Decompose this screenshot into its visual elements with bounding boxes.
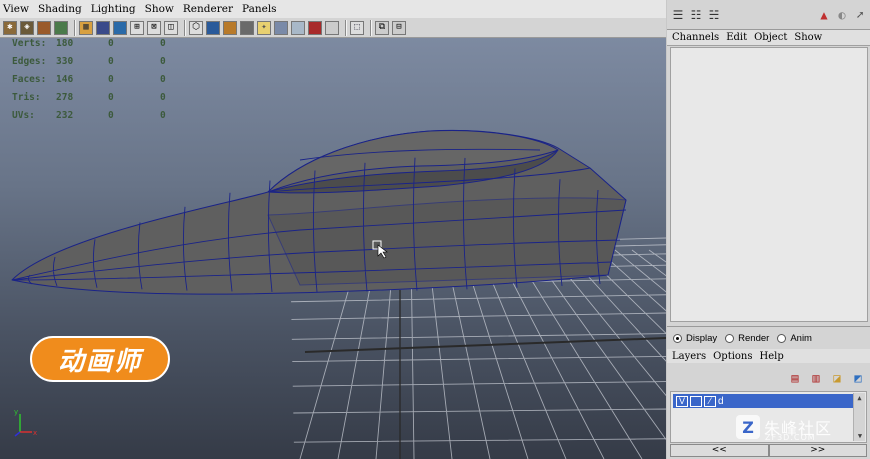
hardware-texturing-icon[interactable]: ⊟ <box>392 20 406 35</box>
layer-name[interactable]: d <box>718 396 724 407</box>
pin-icon[interactable]: ➚ <box>852 7 868 23</box>
new-layer-selected-icon[interactable]: ◩ <box>849 369 867 387</box>
brand-logo-icon: Z <box>736 415 760 439</box>
field-chart-icon[interactable]: ◫ <box>164 20 178 35</box>
two-sided-lighting-icon[interactable]: ⧉ <box>375 20 389 35</box>
scroll-up-icon[interactable]: ▲ <box>854 393 865 403</box>
radio-on-icon <box>673 333 682 343</box>
image-plane-icon[interactable] <box>54 20 68 35</box>
textured-icon[interactable] <box>223 20 237 35</box>
lights-icon[interactable] <box>240 20 254 35</box>
collapse-left-button[interactable]: << <box>670 444 769 457</box>
radio-off-icon <box>725 333 735 343</box>
side-panel-toolbar: ☰ ☷ ☵ ▲ ◐ ➚ <box>667 0 870 30</box>
hud-row: Faces: 146 0 0 <box>12 73 166 85</box>
menu-lighting[interactable]: Lighting <box>91 3 136 15</box>
radio-off-icon <box>777 333 787 343</box>
menu-view[interactable]: View <box>3 3 29 15</box>
toolbar-separator <box>370 19 372 36</box>
hud-row: Edges: 330 0 0 <box>12 56 166 68</box>
animator-watermark-badge: 动画师 <box>30 336 170 382</box>
viewport-toolbar: ✱ ◈ ▦ ⊞ ⊠ ◫ ⬡ ✦ ⬚ ⧉ ⊟ <box>0 18 666 38</box>
channel-box-menubar: Channels Edit Object Show <box>667 30 870 46</box>
menu-shading[interactable]: Shading <box>38 3 82 15</box>
toolbar-separator <box>74 19 76 36</box>
camera-attr-icon[interactable]: ◈ <box>20 20 34 35</box>
hud-row: Tris: 278 0 0 <box>12 91 166 103</box>
grid-icon[interactable]: ▦ <box>79 20 93 35</box>
layer-visibility-toggle[interactable]: V <box>676 395 688 407</box>
layer-tools: ▤ ▥ ◪ ◩ <box>667 363 870 393</box>
viewport-panel: View Shading Lighting Show Renderer Pane… <box>0 0 666 459</box>
film-gate-icon[interactable] <box>96 20 110 35</box>
channel-layer-panel: ☰ ☷ ☵ ▲ ◐ ➚ Channels Edit Object Show Di… <box>667 0 870 459</box>
collapse-right-button[interactable]: >> <box>768 444 867 457</box>
channel-box[interactable] <box>670 47 868 322</box>
safe-title-icon[interactable]: ⊠ <box>147 20 161 35</box>
menu-show-channels[interactable]: Show <box>794 32 822 43</box>
scroll-down-icon[interactable]: ▼ <box>854 431 866 441</box>
display-radio[interactable]: Display <box>673 333 717 344</box>
shadows-icon[interactable] <box>274 20 288 35</box>
anim-radio[interactable]: Anim <box>777 333 812 344</box>
perspective-viewport[interactable]: y x Verts: 180 0 0 Edges: 330 0 0 Faces: 146 0 0 … <box>0 38 666 459</box>
axis-y-label: y <box>14 408 18 416</box>
brand-subtitle: ZF3D.COM <box>765 433 816 442</box>
render-icon[interactable]: ◐ <box>834 7 850 23</box>
bookmark-icon[interactable] <box>37 20 51 35</box>
poly-count-hud: Verts: 180 0 0 Edges: 330 0 0 Faces: 146 0 0 Tris… <box>12 38 212 124</box>
axis-gizmo <box>14 414 32 437</box>
menu-show[interactable]: Show <box>145 3 174 15</box>
light-bulb-icon[interactable]: ✦ <box>257 20 271 35</box>
layer-scrollbar[interactable]: ▲ ▼ <box>853 393 865 441</box>
menu-channels[interactable]: Channels <box>672 32 719 43</box>
toolbar-separator <box>184 19 186 36</box>
xray-joints-icon[interactable] <box>325 20 339 35</box>
layer-color-swatch[interactable]: ⁄ <box>704 395 716 407</box>
menu-options[interactable]: Options <box>713 351 752 362</box>
layer-footer: << >> <box>670 444 867 458</box>
car-model <box>11 130 627 295</box>
axis-x-label: x <box>33 429 37 437</box>
menu-renderer[interactable]: Renderer <box>183 3 233 15</box>
menu-edit[interactable]: Edit <box>726 32 747 43</box>
show-channel-box-icon[interactable]: ☰ <box>670 7 686 23</box>
hud-row: Verts: 180 0 0 <box>12 38 166 50</box>
show-tool-settings-icon[interactable]: ☵ <box>706 7 722 23</box>
render-radio[interactable]: Render <box>725 333 769 344</box>
show-attribute-editor-icon[interactable]: ☷ <box>688 7 704 23</box>
layer-mode-radios: Display Render Anim <box>667 327 870 349</box>
resolution-gate-icon[interactable] <box>113 20 127 35</box>
layer-row[interactable]: V ⁄ d <box>673 394 853 408</box>
viewport-menubar: View Shading Lighting Show Renderer Pane… <box>0 0 666 18</box>
select-camera-icon[interactable]: ✱ <box>3 20 17 35</box>
new-layer-icon[interactable]: ◪ <box>828 369 846 387</box>
xray-icon[interactable] <box>308 20 322 35</box>
outliner-icon[interactable]: ▲ <box>816 7 832 23</box>
frame-selected-icon[interactable]: ⬚ <box>350 20 364 35</box>
menu-panels[interactable]: Panels <box>242 3 277 15</box>
hud-row: UVs: 232 0 0 <box>12 109 166 121</box>
move-layer-up-icon[interactable]: ▤ <box>786 369 804 387</box>
toolbar-separator <box>345 19 347 36</box>
move-layer-down-icon[interactable]: ▥ <box>807 369 825 387</box>
layer-menubar: Layers Options Help <box>667 349 870 363</box>
menu-layers[interactable]: Layers <box>672 351 706 362</box>
safe-action-icon[interactable]: ⊞ <box>130 20 144 35</box>
menu-help[interactable]: Help <box>760 351 784 362</box>
isolate-icon[interactable] <box>291 20 305 35</box>
menu-object[interactable]: Object <box>754 32 787 43</box>
layer-type-toggle[interactable] <box>690 395 702 407</box>
wireframe-icon[interactable]: ⬡ <box>189 20 203 35</box>
smooth-shade-icon[interactable] <box>206 20 220 35</box>
